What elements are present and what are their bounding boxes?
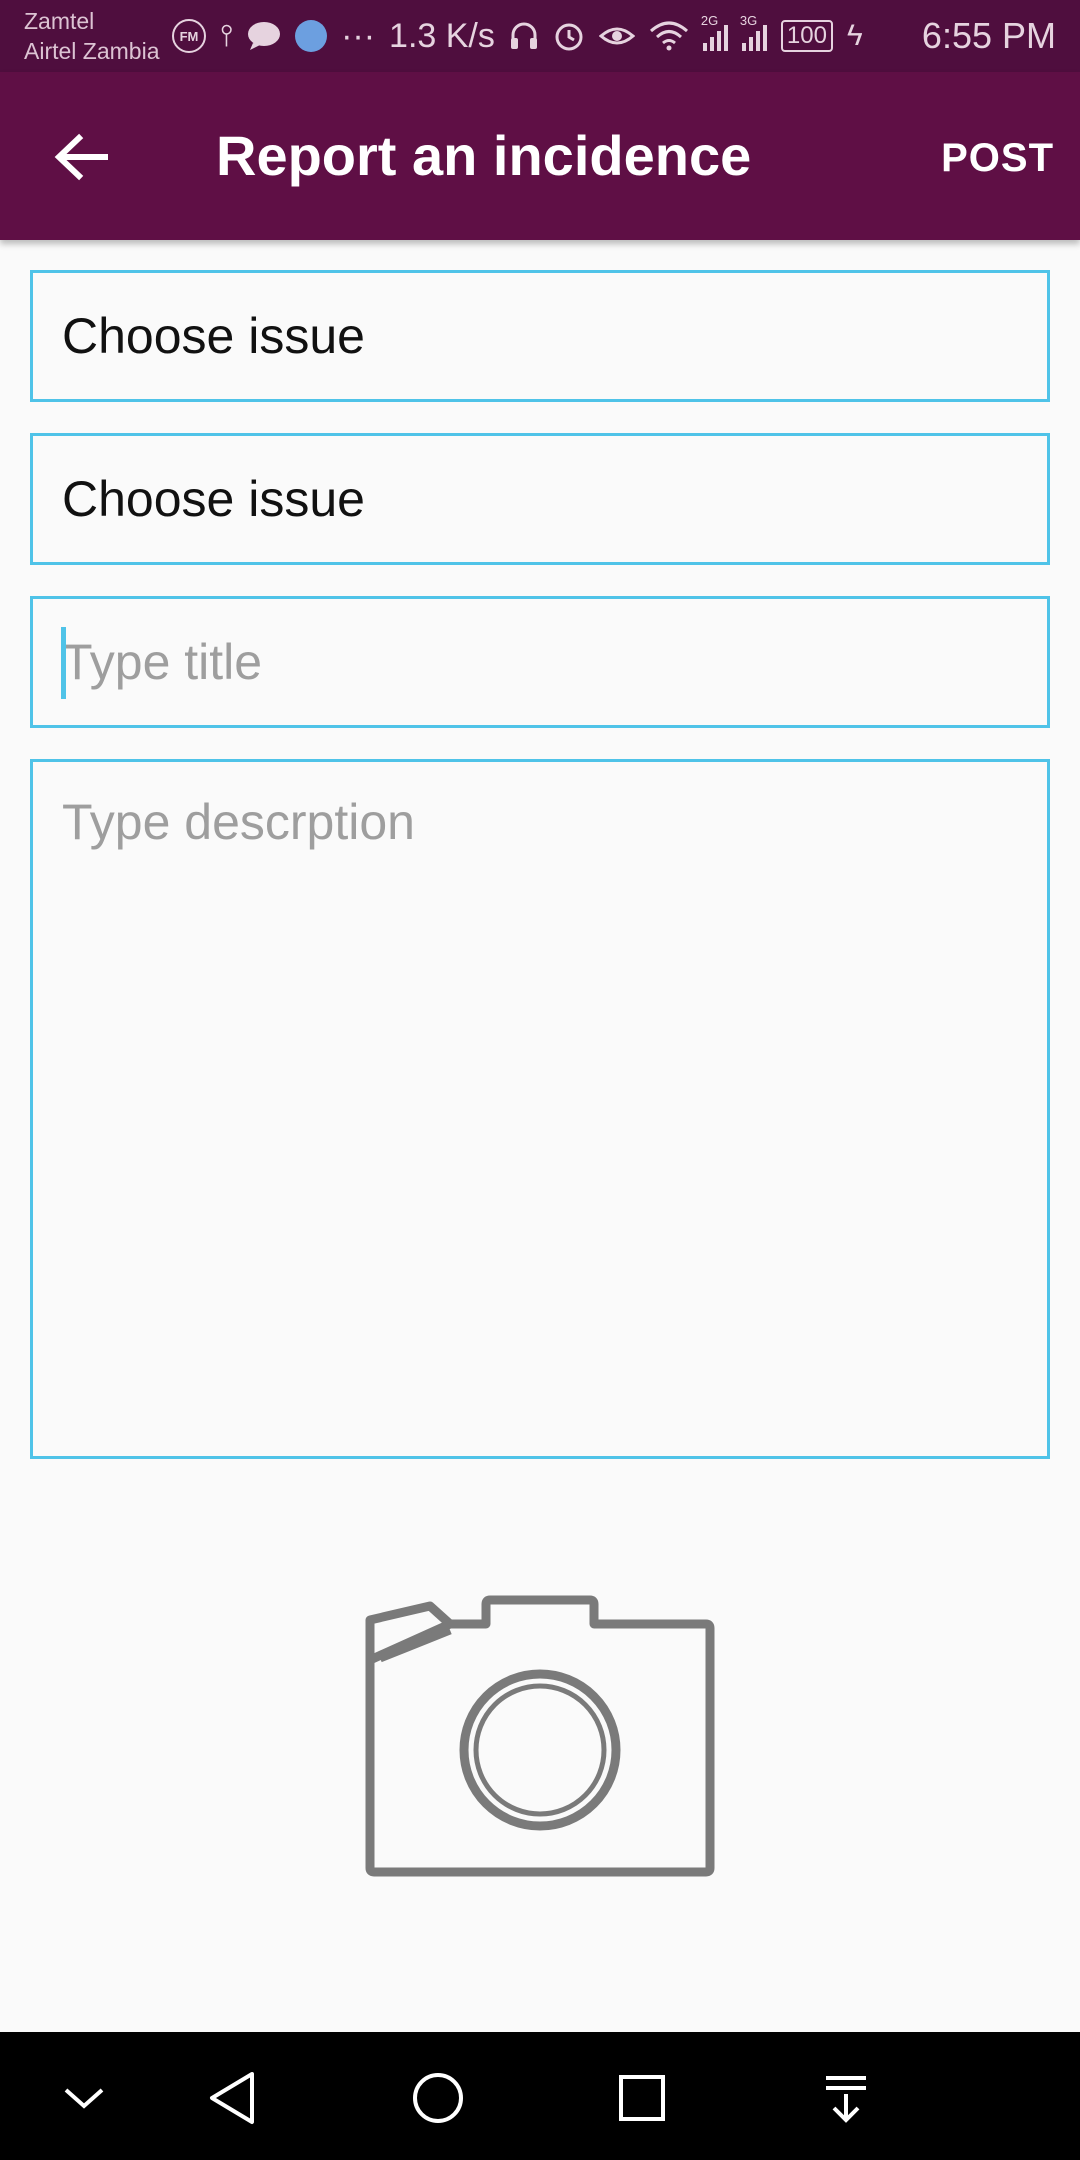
headset-icon (510, 22, 537, 49)
chevron-down-icon (64, 2088, 104, 2109)
home-circle-icon (413, 2073, 463, 2123)
alarm-icon (555, 23, 583, 51)
back-triangle-icon (210, 2072, 254, 2124)
signal-1-label: 2G (700, 13, 719, 28)
post-button[interactable]: POST (941, 128, 1054, 188)
signal-3g-icon: 3G (740, 13, 767, 51)
message-icon (248, 22, 281, 50)
attach-photo-button[interactable] (360, 1590, 720, 1880)
issue-select-1[interactable]: Choose issue (30, 270, 1050, 402)
status-bar: Zamtel Airtel Zambia FM ⫯ ··· 1.3 K/s 2G… (0, 0, 1080, 72)
clock: 6:55 PM (921, 15, 1056, 56)
app-notification-icon (295, 20, 328, 52)
fm-radio-icon: FM (172, 19, 206, 53)
arrow-left-icon (54, 133, 108, 181)
eye-icon (598, 27, 635, 45)
issue-select-2[interactable]: Choose issue (30, 433, 1050, 565)
page-title: Report an incidence (216, 124, 752, 187)
signal-2g-icon: 2G (701, 13, 728, 51)
recents-square-icon (619, 2075, 665, 2121)
status-icons: FM ⫯ ··· 1.3 K/s 2G 3G 100 ϟ 6:55 PM (172, 0, 1056, 72)
carrier-info: Zamtel Airtel Zambia (24, 6, 159, 66)
app-bar: Report an incidence POST (0, 72, 1080, 240)
camera-icon (365, 1595, 715, 1877)
notification-pull-icon (826, 2076, 866, 2123)
notification-pull-button[interactable] (806, 2058, 886, 2138)
overflow-icon: ··· (341, 16, 376, 55)
system-nav-bar (0, 2032, 1080, 2160)
back-button[interactable] (36, 112, 126, 202)
carrier-2: Airtel Zambia (24, 38, 160, 64)
nav-home-button[interactable] (398, 2058, 478, 2138)
title-placeholder: Type title (62, 634, 263, 690)
net-speed: 1.3 K/s (389, 16, 495, 55)
description-textarea[interactable]: Type descrption (30, 759, 1050, 1459)
nav-back-button[interactable] (194, 2058, 274, 2138)
text-cursor (61, 627, 66, 699)
battery-icon: 100 (780, 20, 833, 52)
hide-nav-button[interactable] (44, 2058, 124, 2138)
charging-icon: ϟ (846, 19, 863, 52)
wifi-icon (649, 21, 688, 51)
nav-recents-button[interactable] (602, 2058, 682, 2138)
carrier-1: Zamtel (24, 8, 95, 34)
title-input[interactable]: Type title (30, 596, 1050, 728)
description-placeholder: Type descrption (62, 794, 415, 850)
usb-icon: ⫯ (220, 19, 234, 52)
signal-2-label: 3G (739, 13, 758, 28)
